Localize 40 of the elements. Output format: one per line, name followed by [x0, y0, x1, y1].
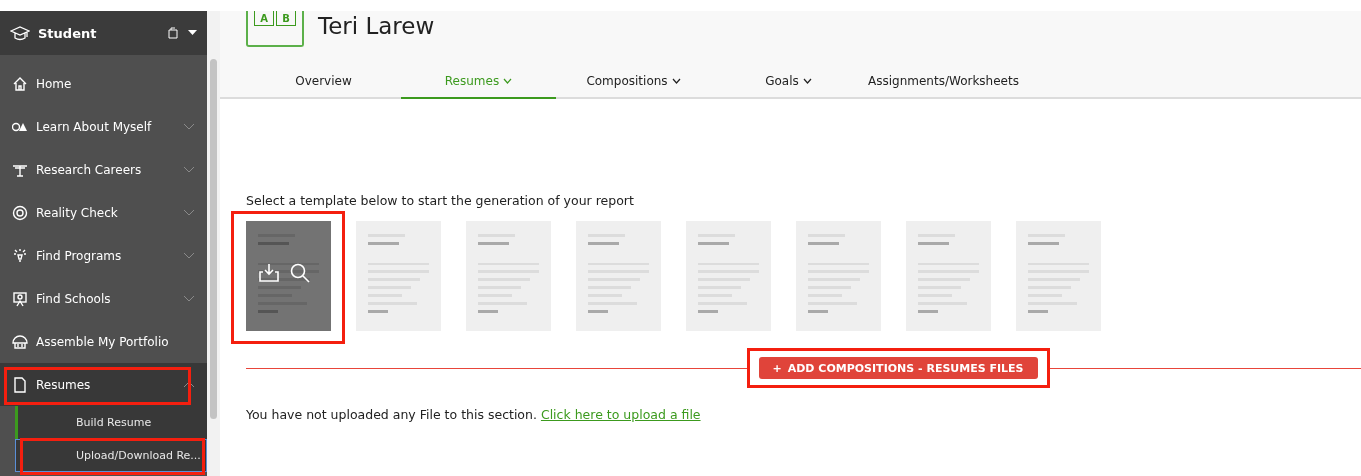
- download-icon[interactable]: [258, 263, 280, 283]
- sidebar-item[interactable]: Assemble My Portfolio: [0, 320, 207, 363]
- basket-icon: [12, 333, 28, 350]
- empty-message: You have not uploaded any File to this section.: [246, 407, 537, 422]
- search-icon[interactable]: [290, 263, 310, 283]
- nav-tab[interactable]: Assignments/Worksheets: [866, 65, 1021, 99]
- sidebar-item[interactable]: Research Careers: [0, 148, 207, 191]
- sidebar-subitem[interactable]: Upload/Download Re...: [15, 439, 207, 472]
- template-thumbnail[interactable]: [796, 221, 881, 331]
- template-thumbnail[interactable]: [1016, 221, 1101, 331]
- easel-icon: [12, 290, 28, 307]
- template-thumbnail[interactable]: [576, 221, 661, 331]
- student-name: Teri Larew: [318, 13, 435, 39]
- sidebar-item[interactable]: Home: [0, 62, 207, 105]
- instruction-text: Select a template below to start the generation of your report: [246, 193, 635, 208]
- template-thumbnail[interactable]: [906, 221, 991, 331]
- sidebar-subitem[interactable]: Build Resume: [15, 406, 207, 439]
- sidebar-item[interactable]: Reality Check: [0, 191, 207, 234]
- nav-tab[interactable]: Goals: [711, 65, 866, 99]
- sidebar-item[interactable]: Find Schools: [0, 277, 207, 320]
- home-icon: [12, 75, 28, 92]
- template-thumbnail[interactable]: [356, 221, 441, 331]
- template-thumbnail[interactable]: [686, 221, 771, 331]
- graduation-cap-icon: [10, 25, 30, 41]
- upload-link[interactable]: Click here to upload a file: [540, 407, 701, 422]
- template-thumbnail[interactable]: [246, 221, 331, 331]
- add-files-button[interactable]: + ADD COMPOSITIONS - RESUMES FILES: [758, 357, 1038, 379]
- logo: A B: [246, 11, 304, 47]
- file-icon: [12, 376, 28, 393]
- caret-icon[interactable]: [188, 30, 197, 36]
- scrollbar-thumb[interactable]: [210, 59, 217, 419]
- sidebar-item[interactable]: Find Programs: [0, 234, 207, 277]
- sidebar-title: Student: [38, 25, 98, 41]
- lightbulb-icon: [12, 247, 28, 264]
- nav-tab[interactable]: Overview: [246, 65, 401, 99]
- gear-icon: [12, 204, 28, 221]
- sidebar-item[interactable]: Learn About Myself: [0, 105, 207, 148]
- sidebar-item[interactable]: Resumes: [0, 363, 207, 406]
- template-thumbnail[interactable]: [466, 221, 551, 331]
- nav-tab[interactable]: Compositions: [556, 65, 711, 99]
